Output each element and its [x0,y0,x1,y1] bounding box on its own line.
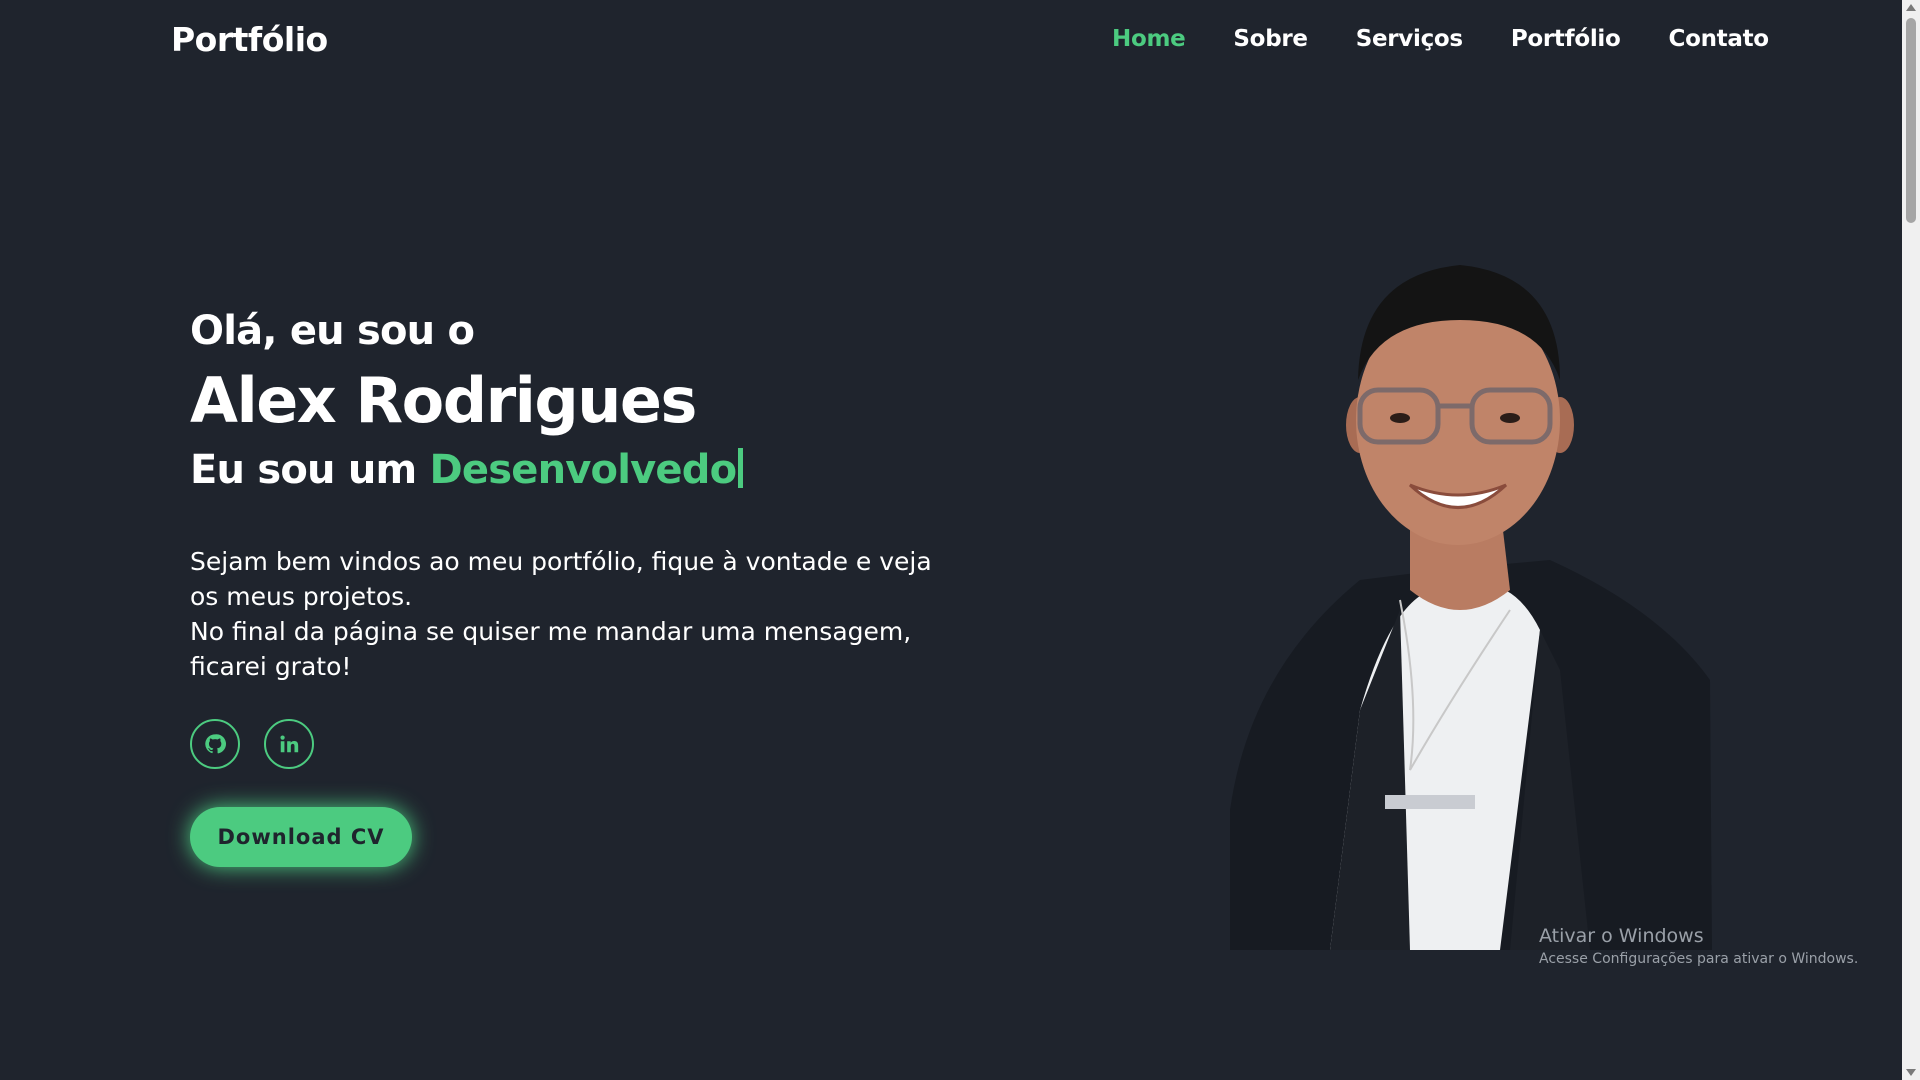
typing-cursor [738,448,744,488]
linkedin-icon [280,735,299,753]
scroll-up-arrow-icon[interactable] [1906,4,1916,11]
scroll-down-arrow-icon[interactable] [1906,1069,1916,1076]
hero-section: Olá, eu sou o Alex Rodrigues Eu sou um D… [190,300,950,684]
intro-paragraph-2: No final da página se quiser me mandar u… [190,617,912,681]
site-logo[interactable]: Portfólio [171,20,328,59]
nav-link-sobre[interactable]: Sobre [1233,26,1308,52]
hero-greeting: Olá, eu sou o [190,308,475,354]
scroll-thumb[interactable] [1906,18,1916,223]
social-links [190,719,314,769]
watermark-title: Ativar o Windows [1539,925,1704,947]
github-icon [205,734,226,754]
intro-paragraph-1: Sejam bem vindos ao meu portfólio, fique… [190,547,932,611]
hero-intro: Sejam bem vindos ao meu portfólio, fique… [190,544,950,684]
navbar: Portfólio Home Sobre Serviços Portfólio … [0,0,1900,86]
hero-role: Eu sou um Desenvolvedo [190,440,950,500]
watermark-subtitle: Acesse Configurações para ativar o Windo… [1539,951,1859,967]
linkedin-link[interactable] [264,719,314,769]
hero-name: Alex Rodrigues [190,364,697,437]
nav-menu: Home Sobre Serviços Portfólio Contato [1112,26,1817,52]
windows-activation-watermark: Ativar o Windows Acesse Configurações pa… [1539,925,1858,967]
github-link[interactable] [190,719,240,769]
profile-photo [1210,250,1712,950]
role-prefix: Eu sou um [190,447,417,493]
nav-link-portfolio[interactable]: Portfólio [1511,26,1621,52]
nav-link-home[interactable]: Home [1112,26,1186,52]
nav-link-servicos[interactable]: Serviços [1356,26,1463,52]
role-typed-text: Desenvolvedo [429,447,738,493]
vertical-scrollbar[interactable] [1902,0,1920,1080]
nav-link-contato[interactable]: Contato [1669,26,1770,52]
download-cv-button[interactable]: Download CV [190,807,412,867]
